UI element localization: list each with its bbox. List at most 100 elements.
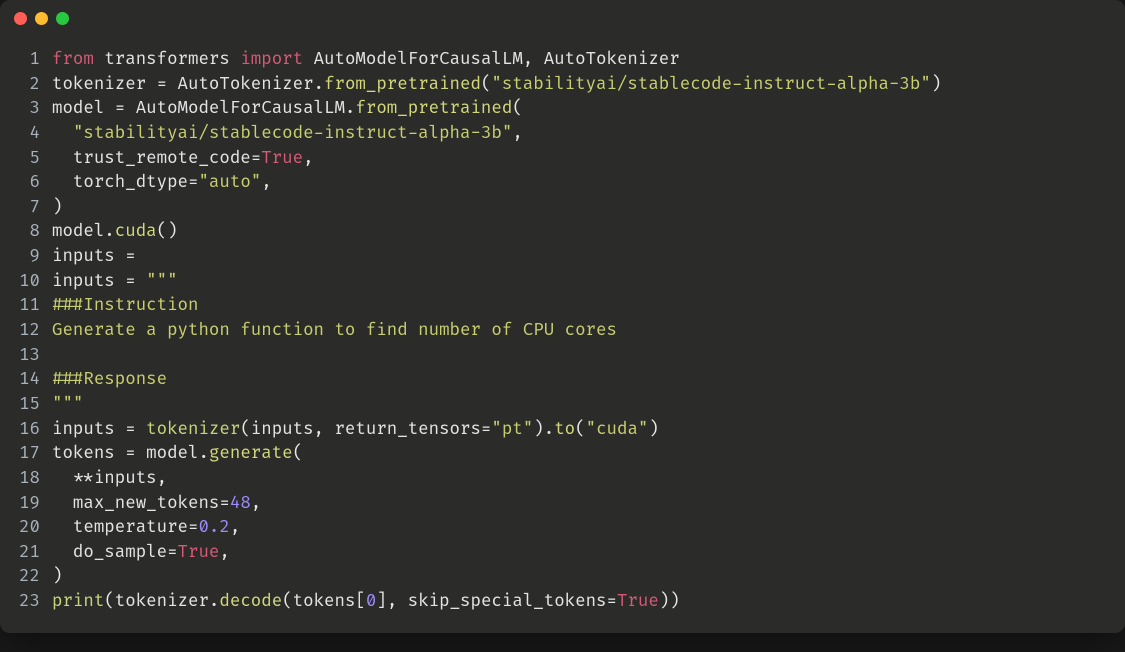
code-content[interactable]: print(tokenizer.decode(tokens[0], skip_s… [52, 590, 1125, 615]
code-content[interactable]: ###Response [52, 368, 1125, 393]
line-number: 17 [0, 442, 52, 467]
code-line[interactable]: 7) [0, 196, 1125, 221]
titlebar [0, 0, 1125, 36]
code-content[interactable]: ) [52, 565, 1125, 590]
code-token: 0 [366, 591, 376, 612]
code-token: do_sample= [52, 542, 178, 563]
code-token: print [52, 591, 104, 612]
code-token: , [230, 517, 240, 538]
code-token: **inputs, [52, 468, 167, 489]
code-line[interactable]: 21 do_sample=True, [0, 541, 1125, 566]
code-content[interactable]: model.cuda() [52, 220, 1125, 245]
code-token: "cuda" [586, 419, 649, 440]
code-content[interactable]: ###Instruction [52, 294, 1125, 319]
line-number: 15 [0, 393, 52, 418]
line-number: 18 [0, 467, 52, 492]
code-line[interactable]: 1from transformers import AutoModelForCa… [0, 48, 1125, 73]
code-token: "pt" [491, 419, 533, 440]
code-token: ( [575, 419, 585, 440]
code-line[interactable]: 23print(tokenizer.decode(tokens[0], skip… [0, 590, 1125, 615]
code-line[interactable]: 12Generate a python function to find num… [0, 319, 1125, 344]
close-icon[interactable] [14, 12, 27, 25]
code-token: ) [52, 197, 62, 218]
line-number: 13 [0, 344, 52, 369]
code-token: , [261, 172, 271, 193]
code-line[interactable]: 17tokens = model.generate( [0, 442, 1125, 467]
code-token: torch_dtype= [52, 172, 198, 193]
code-line[interactable]: 8model.cuda() [0, 220, 1125, 245]
code-token: True [178, 542, 220, 563]
code-content[interactable]: Generate a python function to find numbe… [52, 319, 1125, 344]
code-token: , [219, 542, 229, 563]
code-content[interactable]: torch_dtype="auto", [52, 171, 1125, 196]
minimize-icon[interactable] [35, 12, 48, 25]
code-line[interactable]: 10inputs = """ [0, 270, 1125, 295]
code-content[interactable]: inputs = tokenizer(inputs, return_tensor… [52, 418, 1125, 443]
code-content[interactable]: trust_remote_code=True, [52, 147, 1125, 172]
line-number: 5 [0, 147, 52, 172]
code-content[interactable]: model = AutoModelForCausalLM.from_pretra… [52, 97, 1125, 122]
code-line[interactable]: 11###Instruction [0, 294, 1125, 319]
code-token: ( [512, 98, 522, 119]
line-number: 9 [0, 245, 52, 270]
code-token: ) [931, 74, 941, 95]
code-token: 0.2 [198, 517, 229, 538]
code-content[interactable]: temperature=0.2, [52, 516, 1125, 541]
code-token: cuda [115, 221, 157, 242]
code-token: generate [209, 443, 293, 464]
code-content[interactable]: tokens = model.generate( [52, 442, 1125, 467]
line-number: 2 [0, 73, 52, 98]
code-line[interactable]: 5 trust_remote_code=True, [0, 147, 1125, 172]
code-token: temperature= [52, 517, 198, 538]
code-editor[interactable]: 1from transformers import AutoModelForCa… [0, 36, 1125, 633]
code-content[interactable]: from transformers import AutoModelForCau… [52, 48, 1125, 73]
code-content[interactable]: inputs = """ [52, 270, 1125, 295]
code-token: . [544, 419, 554, 440]
code-token: inputs = [52, 271, 146, 292]
code-token: )) [659, 591, 680, 612]
code-content[interactable]: tokenizer = AutoTokenizer.from_pretraine… [52, 73, 1125, 98]
code-token: () [157, 221, 178, 242]
line-number: 21 [0, 541, 52, 566]
code-content[interactable]: """ [52, 393, 1125, 418]
code-content[interactable]: inputs = [52, 245, 1125, 270]
code-token: ) [648, 419, 658, 440]
code-line[interactable]: 6 torch_dtype="auto", [0, 171, 1125, 196]
code-token: """ [52, 394, 83, 415]
code-token: ) [52, 566, 62, 587]
code-line[interactable]: 4 "stabilityai/stablecode-instruct-alpha… [0, 122, 1125, 147]
code-token: "auto" [198, 172, 261, 193]
code-token: Generate a python function to find numbe… [52, 320, 617, 341]
line-number: 23 [0, 590, 52, 615]
code-content[interactable]: do_sample=True, [52, 541, 1125, 566]
code-token: inputs = [52, 419, 146, 440]
line-number: 19 [0, 492, 52, 517]
code-line[interactable]: 9inputs = [0, 245, 1125, 270]
code-line[interactable]: 22) [0, 565, 1125, 590]
code-line[interactable]: 15""" [0, 393, 1125, 418]
maximize-icon[interactable] [56, 12, 69, 25]
code-content[interactable]: "stabilityai/stablecode-instruct-alpha-3… [52, 122, 1125, 147]
code-token: model = AutoModelForCausalLM. [52, 98, 355, 119]
line-number: 8 [0, 220, 52, 245]
code-line[interactable]: 18 **inputs, [0, 467, 1125, 492]
code-line[interactable]: 19 max_new_tokens=48, [0, 492, 1125, 517]
code-token: ], skip_special_tokens= [376, 591, 617, 612]
line-number: 11 [0, 294, 52, 319]
line-number: 3 [0, 97, 52, 122]
code-line[interactable]: 20 temperature=0.2, [0, 516, 1125, 541]
code-token: trust_remote_code= [52, 148, 261, 169]
code-content[interactable]: ) [52, 196, 1125, 221]
code-content[interactable]: max_new_tokens=48, [52, 492, 1125, 517]
code-line[interactable]: 16inputs = tokenizer(inputs, return_tens… [0, 418, 1125, 443]
code-token: tokenizer. [115, 591, 220, 612]
code-line[interactable]: 14###Response [0, 368, 1125, 393]
code-token: , [251, 493, 261, 514]
code-token: ) [533, 419, 543, 440]
code-line[interactable]: 3model = AutoModelForCausalLM.from_pretr… [0, 97, 1125, 122]
line-number: 22 [0, 565, 52, 590]
line-number: 20 [0, 516, 52, 541]
code-line[interactable]: 13 [0, 344, 1125, 369]
code-line[interactable]: 2tokenizer = AutoTokenizer.from_pretrain… [0, 73, 1125, 98]
code-content[interactable]: **inputs, [52, 467, 1125, 492]
